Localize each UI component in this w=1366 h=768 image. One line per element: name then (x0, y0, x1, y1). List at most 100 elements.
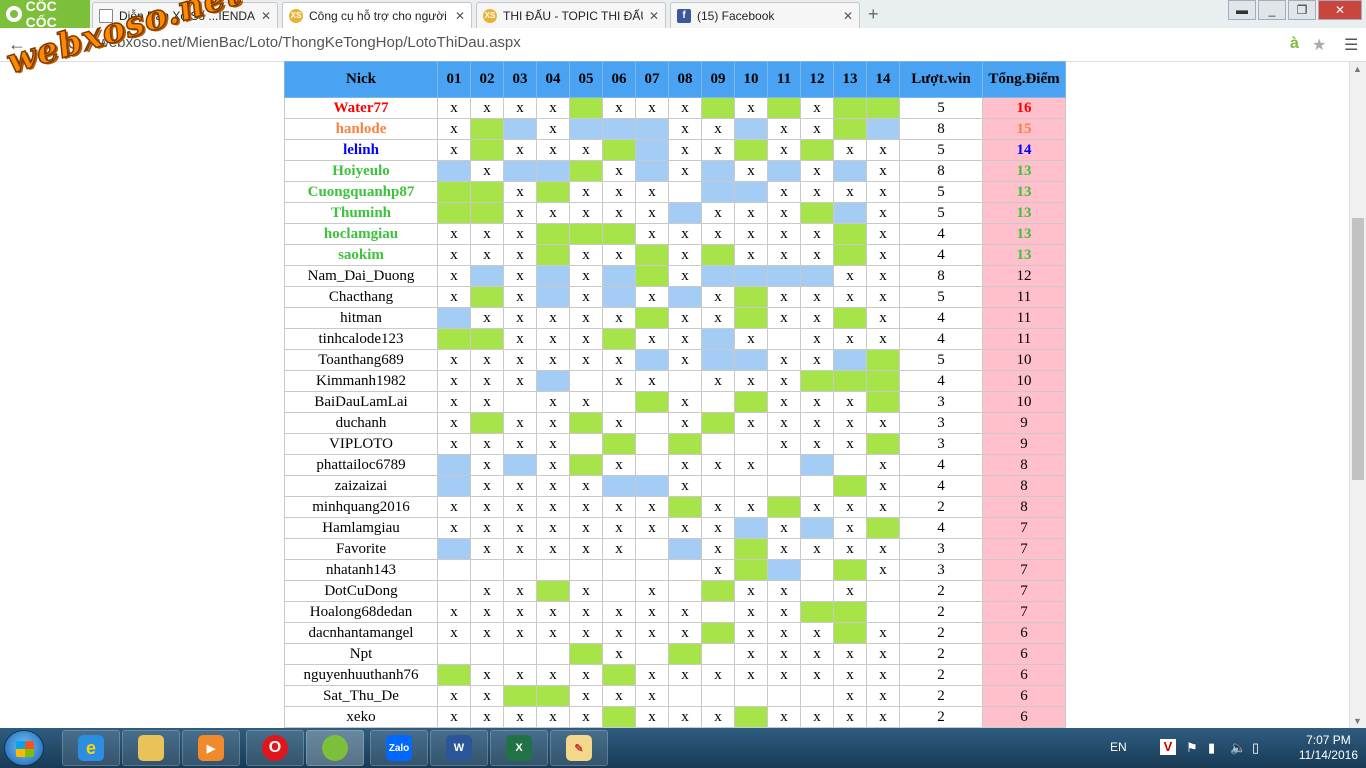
paint-icon[interactable]: ✎ (550, 730, 608, 766)
day-cell (470, 118, 504, 140)
minimize-icon[interactable]: _ (1258, 0, 1286, 20)
nick-cell: Toanthang689 (284, 349, 438, 371)
day-cell (833, 370, 867, 392)
file-explorer-icon[interactable] (122, 730, 180, 766)
word-icon[interactable]: W (430, 730, 488, 766)
day-cell: x (536, 433, 570, 455)
day-cell: x (866, 181, 900, 203)
points-cell: 13 (982, 181, 1066, 203)
maximize-icon[interactable]: ❐ (1288, 0, 1316, 20)
day-cell: x (833, 265, 867, 287)
wins-cell: 2 (899, 580, 983, 602)
day-cell: x (866, 475, 900, 497)
tab-facebook[interactable]: f (15) Facebook ✕ (670, 2, 860, 28)
day-cell: x (602, 412, 636, 434)
scroll-thumb[interactable] (1352, 218, 1364, 480)
day-cell: x (734, 643, 768, 665)
tab-thi-dau[interactable]: XS THI ĐẤU - TOPIC THI ĐẤU ✕ (476, 2, 666, 28)
wins-cell: 2 (899, 643, 983, 665)
points-cell: 12 (982, 265, 1066, 287)
day-cell (668, 685, 702, 707)
battery-icon[interactable]: ▯ (1252, 740, 1259, 756)
wins-cell: 2 (899, 664, 983, 686)
column-header: 07 (635, 61, 669, 98)
close-icon[interactable]: ✕ (649, 9, 659, 23)
close-icon[interactable]: ✕ (843, 9, 853, 23)
day-cell (635, 643, 669, 665)
system-clock[interactable]: 7:07 PM 11/14/2016 (1299, 733, 1358, 763)
nick-cell: Npt (284, 643, 438, 665)
day-cell (866, 391, 900, 413)
day-cell (866, 580, 900, 602)
day-cell (437, 664, 471, 686)
day-cell: x (503, 538, 537, 560)
new-tab-icon[interactable]: + (868, 4, 879, 25)
tab-cong-cu[interactable]: XS Công cụ hỗ trợ cho người ✕ (282, 2, 472, 28)
day-cell: x (635, 328, 669, 350)
day-cell: x (437, 349, 471, 371)
wins-cell: 2 (899, 706, 983, 728)
day-cell (734, 706, 768, 728)
nick-cell: Water77 (284, 97, 438, 119)
day-cell (470, 181, 504, 203)
day-cell (833, 202, 867, 224)
column-header: 02 (470, 61, 504, 98)
coccoc-taskbar-icon[interactable] (306, 730, 364, 766)
browser-menu-icon[interactable]: ▬ (1228, 0, 1256, 20)
day-cell: x (569, 601, 603, 623)
points-cell: 13 (982, 202, 1066, 224)
volume-icon[interactable]: 🔈 (1230, 740, 1246, 756)
window-close-icon[interactable]: ✕ (1318, 0, 1362, 20)
day-cell: x (767, 202, 801, 224)
scroll-down-icon[interactable]: ▼ (1353, 716, 1362, 726)
media-player-icon[interactable]: ▶ (182, 730, 240, 766)
day-cell (536, 223, 570, 245)
page-scrollbar[interactable]: ▲ ▼ (1349, 62, 1366, 728)
day-cell (767, 496, 801, 518)
day-cell (734, 286, 768, 308)
day-cell: x (668, 139, 702, 161)
points-cell: 7 (982, 580, 1066, 602)
excel-icon[interactable]: X (490, 730, 548, 766)
day-cell: x (437, 622, 471, 644)
day-cell (635, 538, 669, 560)
scroll-up-icon[interactable]: ▲ (1353, 64, 1362, 74)
opera-icon[interactable]: O (246, 730, 304, 766)
menu-icon[interactable]: ☰ (1344, 35, 1358, 55)
day-cell (833, 118, 867, 140)
day-cell (470, 265, 504, 287)
day-cell: x (800, 538, 834, 560)
internet-explorer-icon[interactable]: e (62, 730, 120, 766)
day-cell: x (470, 706, 504, 728)
start-button[interactable] (4, 730, 44, 766)
day-cell: x (503, 181, 537, 203)
day-cell: x (437, 433, 471, 455)
points-cell: 9 (982, 433, 1066, 455)
coccoc-dictionary-icon[interactable]: à (1290, 35, 1299, 53)
bookmark-star-icon[interactable]: ★ (1312, 35, 1326, 55)
language-indicator[interactable]: EN (1110, 740, 1127, 754)
day-cell (503, 454, 537, 476)
zalo-icon[interactable]: Zalo (370, 730, 428, 766)
day-cell: x (602, 454, 636, 476)
network-signal-icon[interactable]: ▮ (1208, 740, 1215, 756)
day-cell (602, 265, 636, 287)
unikey-icon[interactable]: V (1160, 739, 1176, 755)
nick-cell: Sat_Thu_De (284, 685, 438, 707)
action-center-flag-icon[interactable]: ⚑ (1186, 740, 1198, 756)
close-icon[interactable]: ✕ (455, 9, 465, 23)
day-cell: x (734, 223, 768, 245)
day-cell (866, 517, 900, 539)
nick-cell: lelinh (284, 139, 438, 161)
wins-cell: 8 (899, 160, 983, 182)
day-cell: x (602, 601, 636, 623)
day-cell: x (536, 517, 570, 539)
day-cell (734, 181, 768, 203)
day-cell (701, 643, 735, 665)
day-cell: x (701, 370, 735, 392)
day-cell: x (767, 580, 801, 602)
table-row: duchanh x x x x x x x x x x 3 9 (284, 412, 1066, 434)
day-cell: x (833, 580, 867, 602)
close-icon[interactable]: ✕ (261, 9, 271, 23)
day-cell: x (437, 496, 471, 518)
